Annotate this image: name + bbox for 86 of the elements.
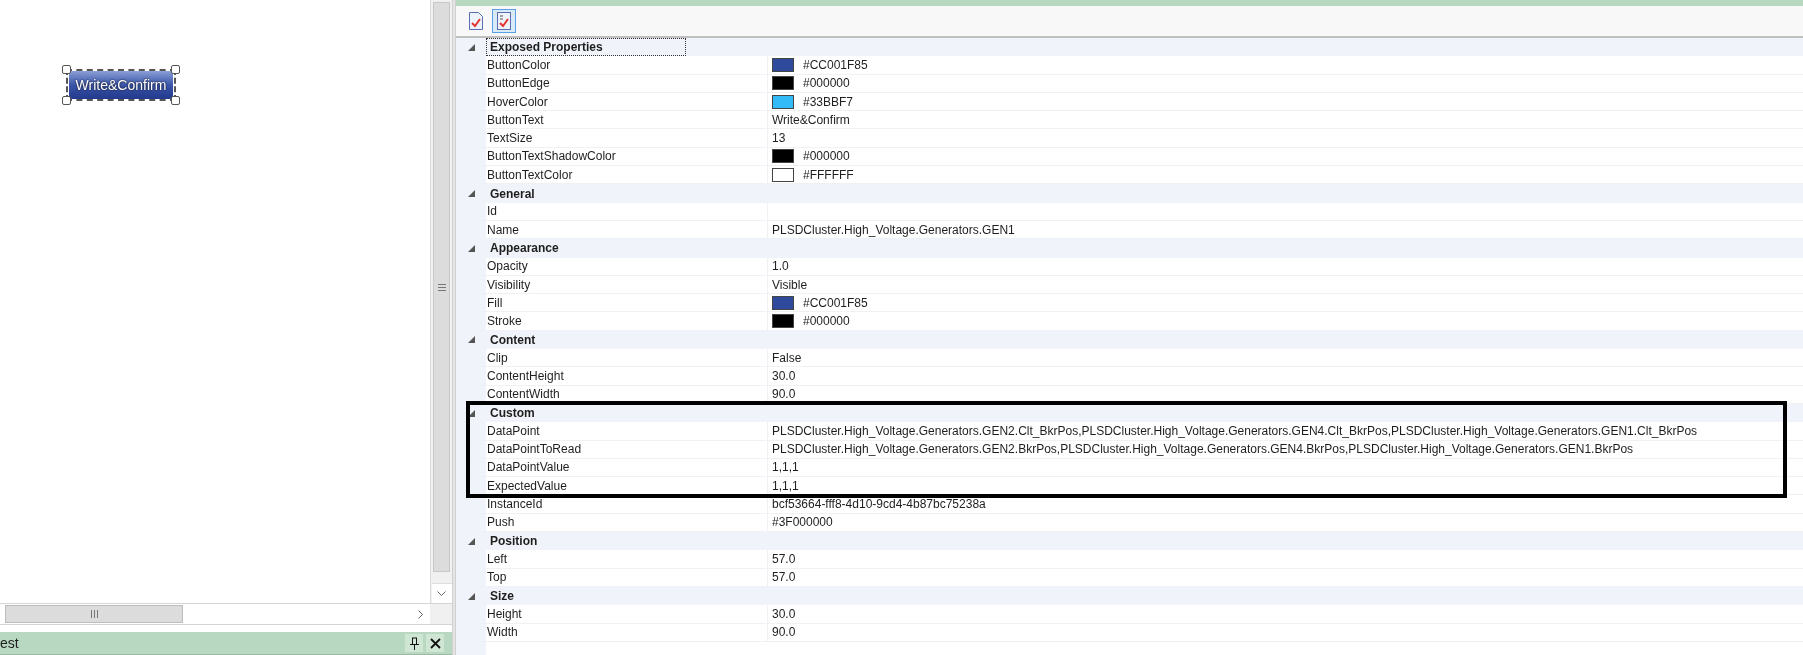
property-value: #FFFFFF	[803, 166, 854, 184]
property-value: #3F000000	[772, 514, 833, 532]
property-value: 30.0	[772, 368, 796, 385]
expanded-arrow-icon[interactable]	[467, 592, 475, 600]
property-name: DataPointValue	[487, 459, 570, 477]
category-header[interactable]: Appearance	[486, 239, 563, 258]
expanded-arrow-icon[interactable]	[467, 537, 475, 545]
scrollbar-thumb[interactable]	[433, 2, 450, 572]
property-name: ButtonText	[487, 111, 544, 129]
expanded-arrow-icon[interactable]	[467, 190, 475, 197]
property-value: 90.0	[772, 624, 796, 642]
property-name: Height	[487, 605, 522, 623]
expanded-arrow-icon[interactable]	[467, 43, 475, 51]
property-value: False	[772, 349, 802, 367]
property-value: 57.0	[772, 550, 796, 568]
expanded-arrow-icon[interactable]	[467, 409, 475, 417]
property-value: #CC001F85	[803, 56, 868, 74]
property-value: #33BBF7	[803, 93, 854, 111]
property-name: ButtonColor	[487, 56, 551, 74]
property-value: PLSDCluster.High_Voltage.Generators.GEN1	[772, 221, 1015, 239]
property-name: Visibility	[487, 276, 531, 294]
property-name: ButtonEdge	[487, 75, 550, 93]
property-value: 90.0	[772, 386, 796, 404]
property-value: 13	[772, 130, 786, 148]
resize-handle[interactable]	[171, 96, 180, 105]
property-name: ButtonTextShadowColor	[487, 148, 616, 166]
property-name: Left	[487, 550, 507, 568]
property-value: #000000	[803, 148, 850, 166]
chevron-down-icon	[437, 591, 446, 596]
close-icon	[429, 637, 441, 649]
property-value: 1,1,1	[772, 459, 799, 477]
property-value: bcf53664-fff8-4d10-9cd4-4b87bc75238a	[772, 496, 986, 514]
property-name: Top	[487, 569, 507, 587]
category-header[interactable]: General	[486, 184, 539, 203]
category-header[interactable]: Exposed Properties	[486, 38, 686, 57]
category-header[interactable]: Custom	[486, 403, 539, 423]
property-name: Clip	[487, 349, 508, 367]
expanded-arrow-icon[interactable]	[467, 336, 475, 344]
property-name: InstanceId	[487, 496, 543, 514]
property-name: DataPoint	[487, 422, 540, 440]
property-name: DataPointToRead	[487, 441, 582, 459]
expanded-arrow-icon[interactable]	[467, 244, 475, 252]
property-name: Name	[487, 221, 519, 239]
category-header[interactable]: Position	[486, 532, 542, 551]
property-value: #000000	[803, 75, 850, 93]
write-confirm-button[interactable]: Write&Confirm	[69, 71, 173, 99]
property-name: Id	[487, 203, 497, 221]
resize-handle[interactable]	[62, 65, 71, 74]
pin-button[interactable]	[405, 634, 423, 652]
property-name: ContentHeight	[487, 368, 564, 385]
category-header[interactable]: Size	[486, 586, 518, 606]
property-name: ButtonTextColor	[487, 166, 573, 184]
property-value: 1,1,1	[772, 477, 799, 495]
property-name: Width	[487, 624, 518, 642]
list-view-button[interactable]	[492, 9, 516, 33]
category-header[interactable]: Content	[486, 330, 540, 350]
property-value: Write&Confirm	[772, 111, 850, 129]
property-value: #CC001F85	[803, 294, 868, 312]
resize-handle[interactable]	[171, 65, 180, 74]
property-name: TextSize	[487, 130, 533, 148]
property-name: Opacity	[487, 258, 528, 276]
property-name: ContentWidth	[487, 386, 560, 404]
property-value: PLSDCluster.High_Voltage.Generators.GEN2.Clt_BkrPos,PLSDCluster.High_Voltage.Generators.GEN4.Clt_BkrPos,PLSDCluster.High_Voltage.Generators.GEN1.Clt_BkrPos	[772, 422, 1698, 440]
horizontal-scrollbar[interactable]	[0, 604, 430, 624]
property-value: 57.0	[772, 569, 796, 587]
checklist-icon	[497, 12, 511, 30]
property-name: Push	[487, 514, 515, 532]
checked-page-icon	[469, 12, 483, 30]
property-value: Visible	[772, 276, 808, 294]
chevron-right-icon	[417, 609, 423, 619]
property-value: 1.0	[772, 258, 789, 276]
property-name: Fill	[487, 294, 503, 312]
property-name: ExpectedValue	[487, 477, 567, 495]
property-value: #000000	[803, 313, 850, 331]
panel-title: est	[0, 633, 19, 653]
property-name: Stroke	[487, 313, 522, 331]
property-value: PLSDCluster.High_Voltage.Generators.GEN2.BkrPos,PLSDCluster.High_Voltage.Generators.GEN4.BkrPos,PLSDCluster.High_Voltage.Generators.GEN1.BkrPos	[772, 441, 1634, 459]
resize-handle[interactable]	[62, 96, 71, 105]
vertical-scrollbar[interactable]	[430, 0, 452, 603]
grip-icon	[437, 283, 446, 291]
property-value: 30.0	[772, 605, 796, 623]
grip-icon	[90, 610, 98, 618]
property-name: HoverColor	[487, 93, 548, 111]
close-button[interactable]	[426, 634, 444, 652]
scrollbar-thumb[interactable]	[5, 605, 183, 623]
pin-icon	[409, 636, 419, 650]
